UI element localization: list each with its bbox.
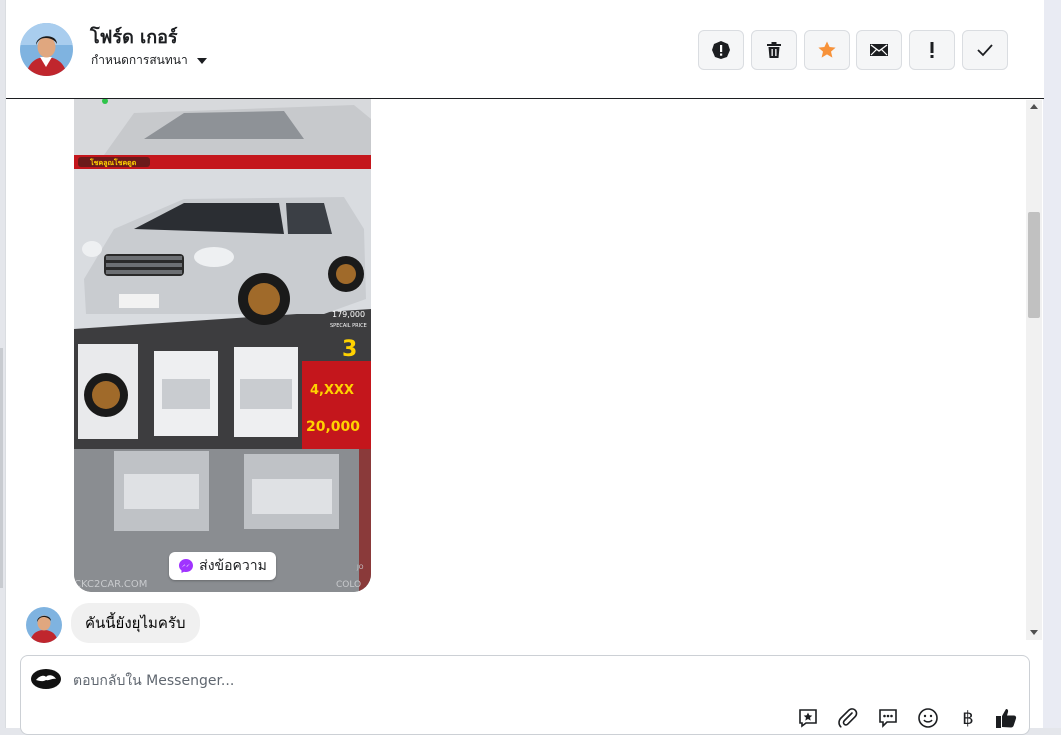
messenger-icon	[179, 559, 194, 573]
envelope-icon	[870, 44, 888, 56]
contact-avatar[interactable]	[20, 23, 73, 76]
ad-caption-right: COLO	[336, 580, 361, 590]
send-message-button[interactable]: ส่งข้อความ	[169, 552, 276, 580]
star-icon	[818, 41, 836, 58]
ad-price-caption: SPECAIL PRICE	[330, 323, 367, 329]
quick-reply-button[interactable]	[876, 706, 900, 730]
exclamation-icon	[930, 42, 934, 58]
conversation-header: โฟร์ด เกอร์ กำหนดการสนทนา	[6, 0, 1044, 99]
ad-badge-number: 3	[342, 337, 357, 362]
like-icon	[996, 709, 1017, 728]
attachment-button[interactable]	[836, 706, 860, 730]
emoji-icon	[918, 708, 938, 728]
trash-icon	[767, 42, 781, 58]
caret-down-icon	[196, 58, 207, 64]
reply-composer: ฿	[20, 655, 1030, 735]
baht-icon: ฿	[962, 707, 974, 729]
conversation-menu-label: กำหนดการสนทนา	[91, 53, 188, 67]
saved-reply-button[interactable]	[796, 706, 820, 730]
attachment-icon	[838, 708, 858, 728]
star-button[interactable]	[804, 30, 850, 70]
ad-brand-text: โชคลูณโชคดูด	[89, 158, 137, 168]
ad-installment: 4,XXX	[310, 383, 354, 398]
conversation-menu[interactable]: กำหนดการสนทนา	[91, 51, 207, 70]
alert-circle-icon	[712, 41, 730, 59]
scrollbar-thumb[interactable]	[1028, 212, 1040, 318]
payment-button[interactable]: ฿	[956, 706, 980, 730]
ad-caption-side: JO	[356, 564, 364, 571]
message-bubble: คันนี้ยังยุไมครับ	[71, 603, 200, 643]
follow-up-button[interactable]	[909, 30, 955, 70]
like-button[interactable]	[994, 706, 1018, 730]
delete-button[interactable]	[751, 30, 797, 70]
right-gutter	[1043, 0, 1061, 728]
check-icon	[977, 44, 993, 57]
reply-input[interactable]	[73, 670, 673, 692]
ad-price: 179,000	[332, 310, 365, 319]
report-spam-button[interactable]	[698, 30, 744, 70]
quick-reply-icon	[879, 709, 897, 728]
app-window: โฟร์ด เกอร์ กำหนดการสนทนา โชคลูณโชคดูด 1…	[0, 0, 1061, 735]
ad-website: CKC2CAR.COM	[74, 579, 147, 590]
mark-done-button[interactable]	[962, 30, 1008, 70]
contact-name: โฟร์ด เกอร์	[90, 27, 178, 48]
scroll-down-arrow-icon[interactable]	[1030, 630, 1038, 635]
message-scrollbar[interactable]	[1026, 100, 1042, 640]
shared-ad-card[interactable]: โชคลูณโชคดูด 179,000 SPECAIL PRICE 3 4,X…	[74, 99, 371, 592]
send-message-label: ส่งข้อความ	[199, 558, 267, 574]
scroll-up-arrow-icon[interactable]	[1030, 104, 1038, 109]
saved-reply-icon	[799, 709, 817, 728]
sender-avatar[interactable]	[26, 607, 62, 643]
left-edge	[0, 348, 3, 588]
ad-down-payment: 20,000	[306, 419, 360, 435]
ad-image: โชคลูณโชคดูด 179,000 SPECAIL PRICE 3 4,X…	[74, 99, 371, 592]
emoji-button[interactable]	[916, 706, 940, 730]
mark-unread-button[interactable]	[856, 30, 902, 70]
page-avatar	[31, 669, 61, 689]
conversation-panel: โฟร์ด เกอร์ กำหนดการสนทนา โชคลูณโชคดูด 1…	[5, 0, 1044, 735]
